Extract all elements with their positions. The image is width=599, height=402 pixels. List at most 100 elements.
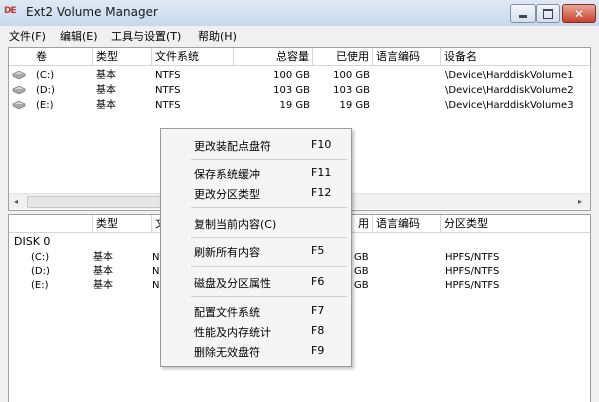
context-menu: 更改装配点盘符 F10 保存系统缓冲 F11 更改分区类型 F12 复制当前内容… [160, 128, 352, 367]
scroll-right-icon[interactable]: ▸ [578, 197, 582, 206]
menu-item-shortcut: F6 [311, 275, 325, 288]
fs-cell: NTFS [155, 70, 181, 81]
menu-edit[interactable]: 编辑(E) [60, 28, 98, 44]
type-cell: 基本 [93, 280, 113, 291]
fs-cell: N [152, 252, 160, 263]
menu-item-shortcut: F7 [311, 304, 325, 317]
title-bar: DE Ext2 Volume Manager ✕ [0, 0, 599, 27]
menu-bar: 文件(F) 编辑(E) 工具与设置(T) 帮助(H) [0, 26, 599, 44]
device-cell: \Device\HarddiskVolume3 [445, 100, 574, 111]
close-button[interactable]: ✕ [562, 4, 596, 23]
col-device[interactable]: 设备名 [441, 48, 590, 65]
fs-cell: NTFS [155, 100, 181, 111]
menu-item-label: 保存系统缓冲 [194, 168, 260, 181]
device-cell: \Device\HarddiskVolume1 [445, 70, 574, 81]
fs-cell: NTFS [155, 85, 181, 96]
menu-item-shortcut: F5 [311, 244, 325, 257]
total-cell: 100 GB [273, 70, 310, 81]
menu-item-label: 磁盘及分区属性 [194, 277, 271, 290]
menu-item-save-cache[interactable]: 保存系统缓冲 F11 [161, 163, 351, 183]
menu-separator [191, 296, 347, 297]
menu-tools[interactable]: 工具与设置(T) [111, 28, 181, 44]
col-type[interactable]: 类型 [93, 215, 152, 232]
volume-row[interactable]: (D:) 基本 NTFS 103 GB 103 GB \Device\Hardd… [9, 83, 590, 98]
menu-item-shortcut: F10 [311, 138, 332, 151]
menu-item-change-mount-point[interactable]: 更改装配点盘符 F10 [161, 135, 351, 155]
used-cell: 103 GB [333, 85, 370, 96]
menu-item-perf-stats[interactable]: 性能及内存统计 F8 [161, 321, 351, 341]
menu-separator [191, 207, 347, 208]
app-logo-icon: DE [4, 6, 17, 16]
col-disk[interactable] [9, 215, 93, 232]
drive-icon [12, 71, 26, 79]
type-cell: 基本 [93, 266, 113, 277]
used-cell: 100 GB [333, 70, 370, 81]
menu-item-configure-fs[interactable]: 配置文件系统 F7 [161, 301, 351, 321]
menu-separator [191, 159, 347, 160]
volume-cell: (D:) [31, 266, 50, 277]
type-cell: 基本 [96, 70, 116, 81]
menu-separator [191, 266, 347, 267]
disk-label: DISK 0 [14, 235, 51, 248]
minimize-icon [519, 15, 527, 18]
drive-icon [12, 86, 26, 94]
volume-cell: (E:) [31, 280, 49, 291]
app-window: DE Ext2 Volume Manager ✕ 文件(F) 编辑(E) 工具与… [0, 0, 599, 402]
type-cell: 基本 [96, 85, 116, 96]
volume-row[interactable]: (C:) 基本 NTFS 100 GB 100 GB \Device\Hardd… [9, 68, 590, 83]
device-cell: \Device\HarddiskVolume2 [445, 85, 574, 96]
minimize-button[interactable] [510, 4, 536, 23]
menu-item-shortcut: F11 [311, 166, 332, 179]
used-cell: GB [354, 252, 369, 263]
type-cell: 基本 [96, 100, 116, 111]
menu-item-label: 配置文件系统 [194, 306, 260, 319]
total-cell: 103 GB [273, 85, 310, 96]
col-encoding[interactable]: 语言编码 [373, 215, 441, 232]
menu-item-label: 性能及内存统计 [194, 326, 271, 339]
type-cell: 基本 [93, 252, 113, 263]
menu-item-copy[interactable]: 复制当前内容(C) [161, 213, 351, 233]
used-cell: 19 GB [339, 100, 370, 111]
partition-type-cell: HPFS/NTFS [445, 266, 500, 277]
window-title: Ext2 Volume Manager [26, 5, 158, 19]
menu-item-label: 更改分区类型 [194, 188, 260, 201]
fs-cell: N [152, 280, 160, 291]
menu-separator [191, 237, 347, 238]
menu-item-label: 刷新所有内容 [194, 246, 260, 259]
maximize-icon [543, 8, 553, 19]
menu-file[interactable]: 文件(F) [9, 28, 46, 44]
menu-item-refresh[interactable]: 刷新所有内容 F5 [161, 241, 351, 261]
used-cell: GB [354, 266, 369, 277]
volume-cell: (C:) [31, 252, 50, 263]
menu-item-label: 复制当前内容(C) [194, 218, 277, 231]
volume-cell: (E:) [36, 100, 54, 111]
menu-item-shortcut: F12 [311, 186, 332, 199]
menu-item-shortcut: F8 [311, 324, 325, 337]
drive-icon [12, 101, 26, 109]
volume-cell: (C:) [36, 70, 55, 81]
scroll-left-icon[interactable]: ◂ [14, 197, 18, 206]
col-total[interactable]: 总容量 [234, 48, 313, 65]
col-encoding[interactable]: 语言编码 [373, 48, 441, 65]
col-used[interactable]: 已使用 [313, 48, 373, 65]
menu-item-shortcut: F9 [311, 344, 325, 357]
menu-item-label: 更改装配点盘符 [194, 140, 271, 153]
volume-list-header: 卷 类型 文件系统 总容量 已使用 语言编码 设备名 [9, 48, 590, 66]
menu-item-change-partition-type[interactable]: 更改分区类型 F12 [161, 183, 351, 203]
partition-type-cell: HPFS/NTFS [445, 280, 500, 291]
col-filesystem[interactable]: 文件系统 [152, 48, 234, 65]
menu-item-properties[interactable]: 磁盘及分区属性 F6 [161, 272, 351, 292]
col-volume[interactable]: 卷 [9, 48, 93, 65]
col-partition-type[interactable]: 分区类型 [441, 215, 590, 232]
col-type[interactable]: 类型 [93, 48, 152, 65]
menu-item-delete-invalid[interactable]: 删除无效盘符 F9 [161, 341, 351, 361]
partition-type-cell: HPFS/NTFS [445, 252, 500, 263]
volume-row[interactable]: (E:) 基本 NTFS 19 GB 19 GB \Device\Harddis… [9, 98, 590, 113]
total-cell: 19 GB [279, 100, 310, 111]
close-icon: ✕ [573, 6, 585, 21]
fs-cell: N [152, 266, 160, 277]
maximize-button[interactable] [536, 4, 560, 23]
volume-cell: (D:) [36, 85, 55, 96]
menu-help[interactable]: 帮助(H) [198, 28, 237, 44]
used-cell: GB [354, 280, 369, 291]
